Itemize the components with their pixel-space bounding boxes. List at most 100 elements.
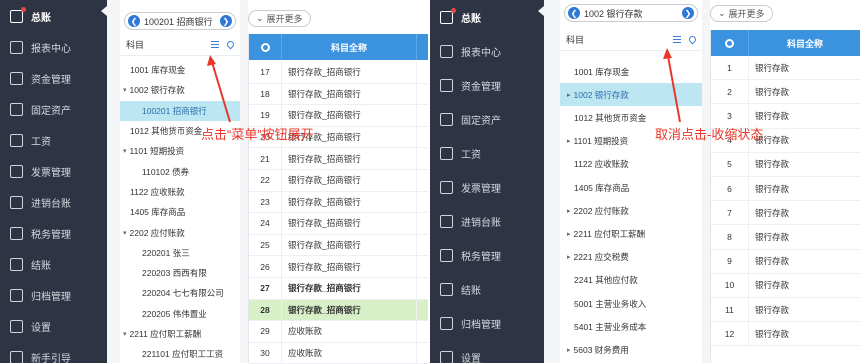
pin-icon[interactable] [687,34,698,45]
tree-node[interactable]: 2241 其他应付款 [560,269,702,292]
table-row[interactable]: 26 银行存款_招商银行 [249,256,428,278]
table-row[interactable]: 29 应收账款 [249,321,428,343]
table-row[interactable]: 25 银行存款_招商银行 [249,234,428,257]
tree-node[interactable]: 220203 西西有限 [120,263,240,283]
table-row[interactable]: 2 银行存款 [711,80,860,105]
next-arrow-icon[interactable]: ❯ [220,15,232,27]
sidebar-item[interactable]: 工资 [430,136,544,170]
tree-node[interactable]: 1122 应收账款 [120,182,240,202]
tree-node-label: 220204 七七有限公司 [142,288,224,299]
table-row[interactable]: 7 银行存款 [711,201,860,226]
tree-node[interactable]: ▸ 5603 财务费用 [560,338,702,361]
right-expand-more-button[interactable]: ⌄ 展开更多 [710,5,773,22]
tree-node[interactable]: 5001 主营业务收入 [560,292,702,315]
caret-down-icon[interactable]: ▾ [123,229,127,237]
menu-icon[interactable] [211,41,219,48]
tree-node[interactable]: 220204 七七有限公司 [120,283,240,303]
sidebar-item[interactable]: 资金管理 [0,63,107,94]
sidebar-item[interactable]: 设置 [0,311,107,342]
table-row[interactable]: 5 银行存款 [711,152,860,177]
sidebar-item[interactable]: 归档管理 [0,280,107,311]
tree-node[interactable]: ▾ 2211 应付职工薪酬 [120,324,240,344]
table-row[interactable]: 11 银行存款 [711,298,860,323]
caret-down-icon[interactable]: ▾ [123,330,127,338]
sidebar-item[interactable]: 资金管理 [430,68,544,102]
prev-arrow-icon[interactable]: ❮ [128,15,140,27]
tree-node-label: 2202 应付账款 [573,205,629,216]
sidebar-item[interactable]: 税务管理 [0,218,107,249]
table-row[interactable]: 21 银行存款_招商银行 [249,148,428,170]
tree-node[interactable]: 1001 库存现金 [560,60,702,83]
right-grid-settings[interactable] [711,30,749,56]
tree-node[interactable]: 1405 库存商品 [120,202,240,222]
tree-node[interactable]: ▾ 1002 银行存款 [120,80,240,100]
sidebar-item[interactable]: 报表中心 [430,34,544,68]
tree-node-label: 2241 其他应付款 [574,275,638,286]
sidebar-item[interactable]: 设置 [430,340,544,363]
table-row[interactable]: 8 银行存款 [711,225,860,250]
tree-node[interactable]: 221101 应付职工工资 [120,344,240,364]
tree-node[interactable]: 1001 库存现金 [120,60,240,80]
table-row[interactable]: 24 银行存款_招商银行 [249,213,428,235]
caret-right-icon[interactable]: ▸ [567,91,571,99]
sidebar-item[interactable]: 总账 [0,1,107,32]
sidebar-item-label: 进销台账 [461,217,501,229]
table-row[interactable]: 17 银行存款_招商银行 [249,62,428,84]
sidebar-item[interactable]: 结账 [0,249,107,280]
sidebar-item[interactable]: 总账 [430,0,544,34]
caret-right-icon[interactable]: ▸ [567,137,571,145]
invoice-icon [440,180,453,194]
tree-node[interactable]: 1405 库存商品 [560,176,702,199]
caret-down-icon[interactable]: ▾ [123,147,127,155]
pin-icon[interactable] [225,39,236,50]
tree-node[interactable]: ▾ 2202 应付账款 [120,222,240,242]
sidebar-item[interactable]: 结账 [430,272,544,306]
caret-right-icon[interactable]: ▸ [567,346,571,354]
table-row[interactable]: 30 应收账款 [249,342,428,364]
sidebar-item[interactable]: 工资 [0,125,107,156]
next-arrow-icon[interactable]: ❯ [682,7,694,19]
tree-node[interactable]: 110102 债券 [120,162,240,182]
tree-node[interactable]: ▸ 1002 银行存款 [560,83,702,107]
sidebar-item[interactable]: 固定资产 [0,94,107,125]
menu-icon[interactable] [673,36,681,43]
table-row[interactable]: 12 银行存款 [711,322,860,347]
row-account-name: 银行存款 [749,201,860,224]
caret-right-icon[interactable]: ▸ [567,207,571,215]
sidebar-item[interactable]: 发票管理 [430,170,544,204]
sidebar-item[interactable]: 报表中心 [0,32,107,63]
tree-node[interactable]: ▾ 1101 短期投资 [120,141,240,161]
caret-right-icon[interactable]: ▸ [567,253,571,261]
tree-node[interactable]: 1122 应收账款 [560,153,702,176]
sidebar-item[interactable]: 进销台账 [430,204,544,238]
sidebar-item[interactable]: 固定资产 [430,102,544,136]
table-row[interactable]: 22 银行存款_招商银行 [249,170,428,192]
tree-node[interactable]: ▸ 2221 应交税费 [560,246,702,269]
tree-node[interactable]: 220201 张三 [120,243,240,263]
sidebar-item[interactable]: 归档管理 [430,306,544,340]
caret-down-icon[interactable]: ▾ [123,86,127,94]
sidebar-item[interactable]: 税务管理 [430,238,544,272]
prev-arrow-icon[interactable]: ❮ [568,7,580,19]
tree-node[interactable]: 220205 伟伟置业 [120,304,240,324]
caret-right-icon[interactable]: ▸ [567,230,571,238]
table-row[interactable]: 27 银行存款_招商银行 [249,278,428,300]
table-row[interactable]: 1 银行存款 [711,56,860,81]
left-account-selector[interactable]: ❮ 100201 招商银行 ❯ [124,12,236,30]
sidebar-item[interactable]: 发票管理 [0,156,107,187]
right-account-selector[interactable]: ❮ 1002 银行存款 ❯ [564,4,698,22]
table-row[interactable]: 28 银行存款_招商银行 [249,299,428,322]
left-expand-more-button[interactable]: ⌄ 展开更多 [248,10,311,27]
table-row[interactable]: 18 银行存款_招商银行 [249,83,428,106]
tree-node[interactable]: 100201 招商银行 [120,100,240,121]
table-row[interactable]: 23 银行存款_招商银行 [249,191,428,214]
tree-node[interactable]: ▸ 2202 应付账款 [560,199,702,222]
tree-node[interactable]: 5401 主营业务成本 [560,315,702,338]
tree-node[interactable]: ▸ 2211 应付职工薪酬 [560,222,702,245]
left-grid-settings[interactable] [249,34,282,60]
sidebar-item[interactable]: 新手引导 [0,342,107,363]
table-row[interactable]: 9 银行存款 [711,249,860,274]
sidebar-item[interactable]: 进销台账 [0,187,107,218]
table-row[interactable]: 10 银行存款 [711,273,860,298]
table-row[interactable]: 6 银行存款 [711,177,860,202]
